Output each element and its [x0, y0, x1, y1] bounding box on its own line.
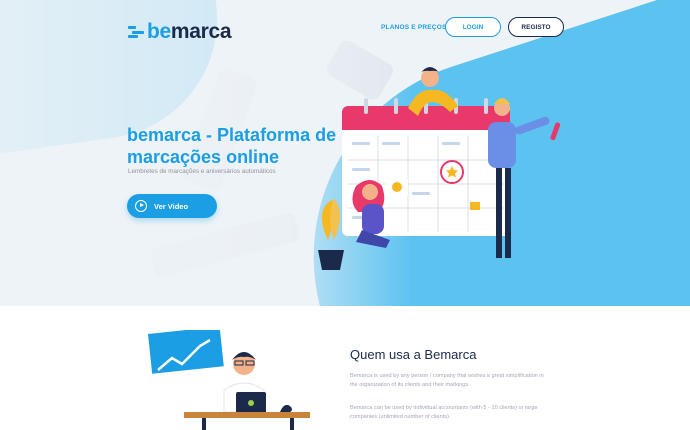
- calendar-illustration: [318, 67, 561, 270]
- who-uses-paragraph-1: Bemarca is used by any person / company …: [350, 373, 544, 388]
- hero-subtitle: Lembretes de marcações e aniversários au…: [128, 168, 276, 175]
- logo[interactable]: bemarca: [128, 20, 232, 44]
- login-button[interactable]: LOGIN: [445, 17, 501, 37]
- logo-mark-icon: [128, 26, 144, 38]
- nav-plans-link[interactable]: PLANOS E PREÇOS: [381, 24, 446, 31]
- watch-video-button[interactable]: Ver Video: [127, 194, 217, 218]
- play-circle-icon: [135, 200, 147, 212]
- watch-video-label: Ver Video: [154, 201, 189, 211]
- analytics-illustration: [148, 330, 310, 430]
- who-uses-title: Quem usa a Bemarca: [350, 347, 477, 362]
- who-uses-paragraph-2: Bemarca can be used by individual accoun…: [350, 405, 538, 420]
- logo-text: bemarca: [147, 20, 232, 43]
- register-button[interactable]: REGISTO: [508, 17, 564, 37]
